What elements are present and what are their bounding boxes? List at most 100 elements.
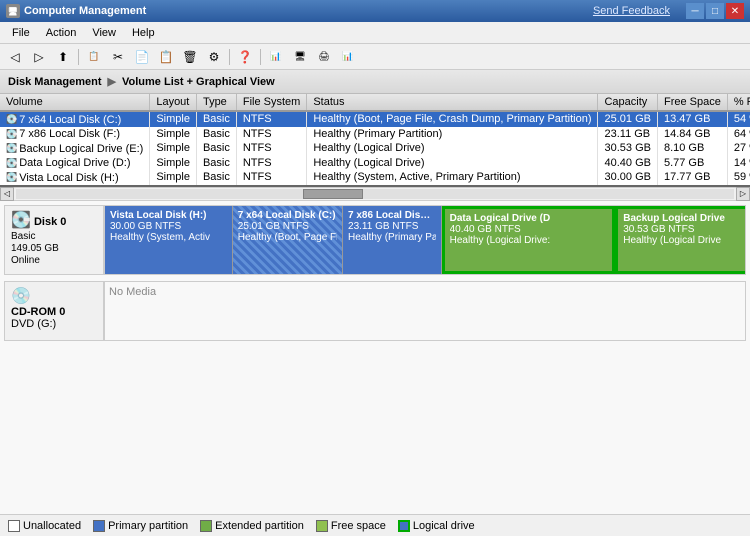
cell-5: 40.40 GB — [598, 156, 657, 171]
cell-7: 64 % — [727, 127, 750, 142]
cell-4: Healthy (Primary Partition) — [307, 127, 598, 142]
part-status-4: Healthy (Logical Drive — [623, 235, 740, 246]
right-panel: Volume Layout Type File System Status Ca… — [0, 94, 750, 536]
toolbar-b1[interactable]: 🖥 — [289, 47, 311, 67]
part-name-4: Backup Logical Drive — [623, 213, 740, 224]
disk-0-name: 💽 Disk 0 — [11, 210, 97, 230]
minimize-button[interactable]: ─ — [686, 3, 704, 19]
legend-free-box — [316, 520, 328, 532]
toolbar-show-hide-console[interactable]: 📋 — [83, 47, 105, 67]
table-row[interactable]: 💽Backup Logical Drive (E:)SimpleBasicNTF… — [0, 141, 750, 156]
legend-unalloc-box — [8, 520, 20, 532]
legend-bar: Unallocated Primary partition Extended p… — [0, 514, 750, 536]
maximize-button[interactable]: □ — [706, 3, 724, 19]
table-row[interactable]: 💽Data Logical Drive (D:)SimpleBasicNTFSH… — [0, 156, 750, 171]
toolbar-delete[interactable]: 🗑 — [179, 47, 201, 67]
toolbar-b2[interactable]: 🖨 — [313, 47, 335, 67]
cell-1: Simple — [150, 111, 197, 127]
toolbar-up[interactable]: ⬆ — [52, 47, 74, 67]
toolbar-paste[interactable]: 📋 — [155, 47, 177, 67]
title-bar: 🖥 Computer Management Send Feedback ─ □ … — [0, 0, 750, 22]
disk-info-0: 💽 Disk 0 Basic 149.05 GB Online — [4, 205, 104, 275]
part-status-2: Healthy (Primary Parti — [348, 232, 436, 243]
cell-4: Healthy (Logical Drive) — [307, 156, 598, 171]
partition-0[interactable]: Vista Local Disk (H:) 30.00 GB NTFS Heal… — [105, 206, 233, 274]
part-size-1: 25.01 GB NTFS — [238, 221, 337, 232]
partition-3[interactable]: Data Logical Drive (D 40.40 GB NTFS Heal… — [442, 206, 616, 274]
cell-7: 14 % — [727, 156, 750, 171]
scroll-right-btn[interactable]: ▷ — [736, 187, 750, 201]
part-name-2: 7 x86 Local Disk (F:) — [348, 210, 436, 221]
col-type[interactable]: Type — [196, 94, 236, 111]
cell-1: Simple — [150, 141, 197, 156]
cell-0: 💽Vista Local Disk (H:) — [0, 170, 150, 185]
disk-0-status: Online — [11, 255, 97, 266]
toolbar-properties[interactable]: ⚙ — [203, 47, 225, 67]
col-filesystem[interactable]: File System — [236, 94, 306, 111]
col-pctfree[interactable]: % Free — [727, 94, 750, 111]
toolbar: ◁ ▷ ⬆ 📋 ✂ 📄 📋 🗑 ⚙ ❓ 📊 🖥 🖨 📊 — [0, 44, 750, 70]
col-volume[interactable]: Volume — [0, 94, 150, 111]
toolbar-help[interactable]: ❓ — [234, 47, 256, 67]
disk-0-partitions: Vista Local Disk (H:) 30.00 GB NTFS Heal… — [104, 205, 746, 275]
disk-0-size: 149.05 GB — [11, 243, 97, 254]
cell-2: Basic — [196, 170, 236, 185]
legend-primary-label: Primary partition — [108, 520, 188, 532]
toolbar-cut[interactable]: ✂ — [107, 47, 129, 67]
cell-3: NTFS — [236, 170, 306, 185]
table-row[interactable]: 💽Vista Local Disk (H:)SimpleBasicNTFSHea… — [0, 170, 750, 185]
cell-6: 13.47 GB — [657, 111, 727, 127]
send-feedback-link[interactable]: Send Feedback — [593, 5, 670, 17]
partition-1[interactable]: 7 x64 Local Disk (C:) 25.01 GB NTFS Heal… — [233, 206, 343, 274]
part-name-3: Data Logical Drive (D — [450, 213, 608, 224]
part-name-0: Vista Local Disk (H:) — [110, 210, 227, 221]
horizontal-scrollbar[interactable]: ◁ ▷ — [0, 187, 750, 201]
cdrom-info: 💿 CD-ROM 0 DVD (G:) — [4, 281, 104, 341]
graphical-view: 💽 Disk 0 Basic 149.05 GB Online Vista Lo… — [0, 201, 750, 515]
toolbar-b3[interactable]: 📊 — [337, 47, 359, 67]
cell-6: 8.10 GB — [657, 141, 727, 156]
scroll-left-btn[interactable]: ◁ — [0, 187, 14, 201]
partition-4[interactable]: Backup Logical Drive 30.53 GB NTFS Healt… — [615, 206, 745, 274]
legend-unallocated: Unallocated — [8, 520, 81, 532]
menu-help[interactable]: Help — [124, 25, 163, 41]
table-row[interactable]: 💽7 x64 Local Disk (C:)SimpleBasicNTFSHea… — [0, 111, 750, 127]
menu-view[interactable]: View — [84, 25, 124, 41]
part-status-3: Healthy (Logical Drive: — [450, 235, 608, 246]
cell-3: NTFS — [236, 111, 306, 127]
table-row[interactable]: 💽7 x86 Local Disk (F:)SimpleBasicNTFSHea… — [0, 127, 750, 142]
cdrom-media: No Media — [109, 286, 156, 298]
legend-logical-label: Logical drive — [413, 520, 475, 532]
toolbar-back[interactable]: ◁ — [4, 47, 26, 67]
cell-3: NTFS — [236, 156, 306, 171]
disk-0-type: Basic — [11, 231, 97, 242]
toolbar-forward[interactable]: ▷ — [28, 47, 50, 67]
part-name-1: 7 x64 Local Disk (C:) — [238, 210, 337, 221]
menu-file[interactable]: File — [4, 25, 38, 41]
breadcrumb-view: Volume List + Graphical View — [122, 76, 275, 88]
toolbar-copy[interactable]: 📄 — [131, 47, 153, 67]
disk-row-0: 💽 Disk 0 Basic 149.05 GB Online Vista Lo… — [4, 205, 746, 275]
breadcrumb-root[interactable]: Disk Management — [8, 76, 102, 88]
cell-0: 💽Backup Logical Drive (E:) — [0, 141, 150, 156]
menu-bar: File Action View Help — [0, 22, 750, 44]
close-button[interactable]: ✕ — [726, 3, 744, 19]
cell-4: Healthy (Logical Drive) — [307, 141, 598, 156]
menu-action[interactable]: Action — [38, 25, 85, 41]
col-capacity[interactable]: Capacity — [598, 94, 657, 111]
cell-5: 30.53 GB — [598, 141, 657, 156]
legend-free: Free space — [316, 520, 386, 532]
cdrom-name: CD-ROM 0 — [11, 306, 97, 318]
cell-2: Basic — [196, 111, 236, 127]
col-status[interactable]: Status — [307, 94, 598, 111]
cell-1: Simple — [150, 170, 197, 185]
legend-primary-box — [93, 520, 105, 532]
col-freespace[interactable]: Free Space — [657, 94, 727, 111]
toolbar-export[interactable]: 📊 — [265, 47, 287, 67]
part-status-1: Healthy (Boot, Page Fi — [238, 232, 337, 243]
col-layout[interactable]: Layout — [150, 94, 197, 111]
legend-primary: Primary partition — [93, 520, 188, 532]
partition-2[interactable]: 7 x86 Local Disk (F:) 23.11 GB NTFS Heal… — [343, 206, 442, 274]
app-title: Computer Management — [24, 5, 146, 17]
cell-5: 25.01 GB — [598, 111, 657, 127]
